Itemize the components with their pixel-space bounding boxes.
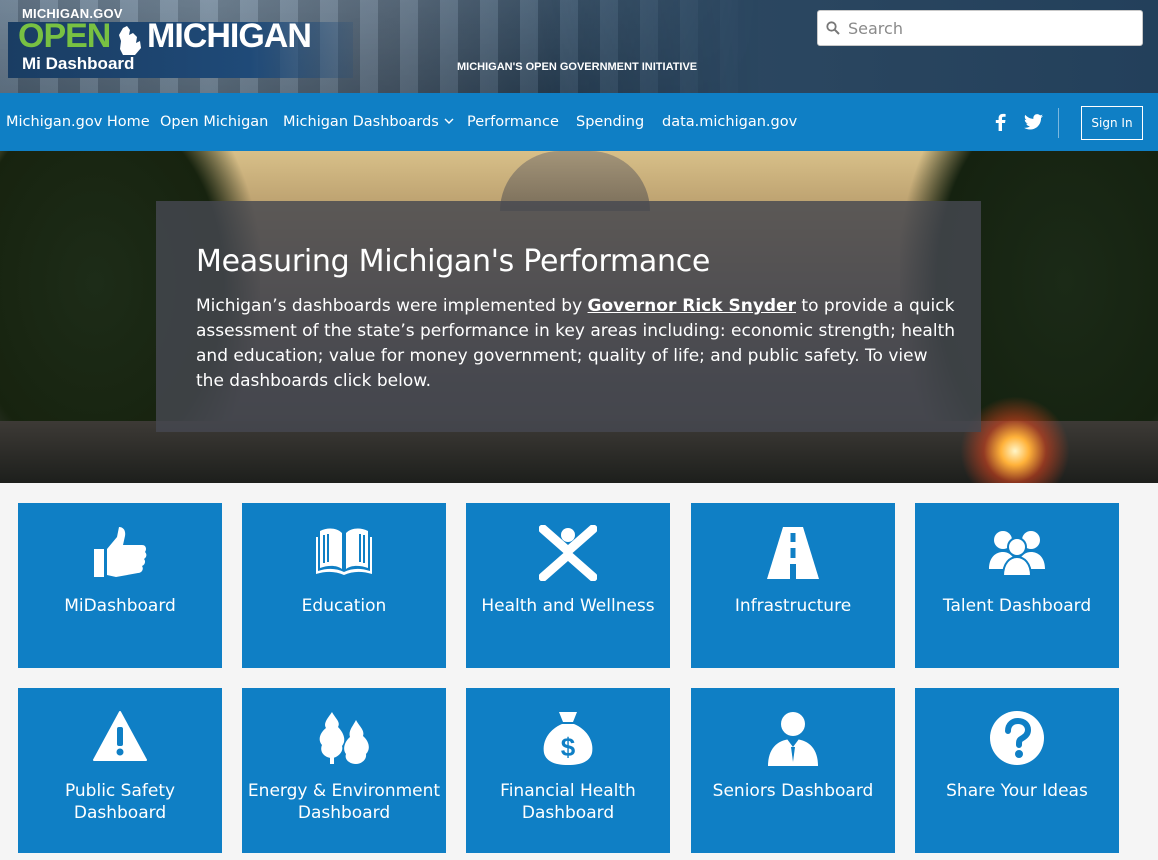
- road-icon: [767, 527, 819, 579]
- person-suit-icon: [768, 712, 818, 766]
- tile-label: Energy & Environment Dashboard: [247, 781, 441, 823]
- tile-education[interactable]: Education: [242, 503, 446, 668]
- hero-banner: Measuring Michigan's Performance Michiga…: [0, 151, 1158, 483]
- hero-description: Michigan’s dashboards were implemented b…: [196, 294, 956, 394]
- trees-icon: [319, 712, 369, 764]
- facebook-icon[interactable]: [993, 113, 1007, 131]
- michigan-mitten-icon: [119, 26, 141, 55]
- tile-seniors-dashboard[interactable]: Seniors Dashboard: [691, 688, 895, 853]
- header-tagline: MICHIGAN'S OPEN GOVERNMENT INITIATIVE: [457, 61, 698, 73]
- nav-performance[interactable]: Performance: [467, 114, 559, 130]
- tile-label: MiDashboard: [64, 596, 176, 616]
- twitter-icon[interactable]: [1024, 114, 1043, 130]
- hero-text-box: Measuring Michigan's Performance Michiga…: [156, 201, 981, 432]
- hero-text-before: Michigan’s dashboards were implemented b…: [196, 296, 588, 316]
- tile-label: Seniors Dashboard: [712, 781, 874, 801]
- nav-michigan-dashboards[interactable]: Michigan Dashboards: [283, 114, 454, 130]
- site-header: MICHIGAN.GOV OPEN MICHIGAN Mi Dashboard …: [0, 0, 1158, 93]
- main-nav: Michigan.gov Home Open Michigan Michigan…: [0, 93, 1158, 151]
- tile-health-and-wellness[interactable]: Health and Wellness: [466, 503, 670, 668]
- logo-open-text: OPEN: [18, 17, 111, 55]
- tile-label: Financial Health Dashboard: [500, 781, 636, 823]
- tile-public-safety-dashboard[interactable]: Public Safety Dashboard: [18, 688, 222, 853]
- tile-label: Share Your Ideas: [946, 781, 1088, 801]
- tile-midashboard[interactable]: MiDashboard: [18, 503, 222, 668]
- tile-label: Infrastructure: [734, 596, 852, 616]
- tile-label: Public Safety Dashboard: [64, 781, 176, 823]
- chevron-down-icon: [444, 118, 454, 124]
- governor-link[interactable]: Governor Rick Snyder: [588, 296, 796, 316]
- nav-divider: [1058, 108, 1059, 138]
- people-group-icon: [989, 531, 1045, 577]
- tile-financial-health-dashboard[interactable]: $ Financial Health Dashboard: [466, 688, 670, 853]
- tile-infrastructure[interactable]: Infrastructure: [691, 503, 895, 668]
- hero-title: Measuring Michigan's Performance: [196, 244, 711, 279]
- sign-in-button[interactable]: Sign In: [1081, 106, 1143, 140]
- nav-spending[interactable]: Spending: [576, 114, 644, 130]
- money-bag-icon: $: [543, 712, 593, 765]
- nav-michigan-dashboards-label: Michigan Dashboards: [283, 114, 439, 130]
- search-input[interactable]: [848, 18, 1128, 38]
- nav-michigan-gov-home[interactable]: Michigan.gov Home: [6, 114, 150, 130]
- tile-label: Education: [301, 596, 387, 616]
- search-box[interactable]: [817, 10, 1143, 46]
- tile-label: Talent Dashboard: [942, 596, 1092, 616]
- person-x-icon: [539, 525, 597, 581]
- nav-open-michigan[interactable]: Open Michigan: [160, 114, 268, 130]
- nav-data-michigan-gov[interactable]: data.michigan.gov: [662, 114, 797, 130]
- tile-label: Health and Wellness: [481, 596, 655, 616]
- tile-share-your-ideas[interactable]: Share Your Ideas: [915, 688, 1119, 853]
- tile-talent-dashboard[interactable]: Talent Dashboard: [915, 503, 1119, 668]
- open-book-icon: [316, 528, 372, 575]
- logo-michigan-text: MICHIGAN: [147, 17, 312, 55]
- question-icon: [990, 711, 1044, 765]
- svg-text:$: $: [561, 732, 576, 762]
- tile-energy-environment-dashboard[interactable]: Energy & Environment Dashboard: [242, 688, 446, 853]
- search-icon: [826, 21, 840, 35]
- warning-icon: [93, 711, 147, 761]
- logo-subtitle: Mi Dashboard: [22, 54, 135, 73]
- thumbs-up-icon: [94, 527, 147, 577]
